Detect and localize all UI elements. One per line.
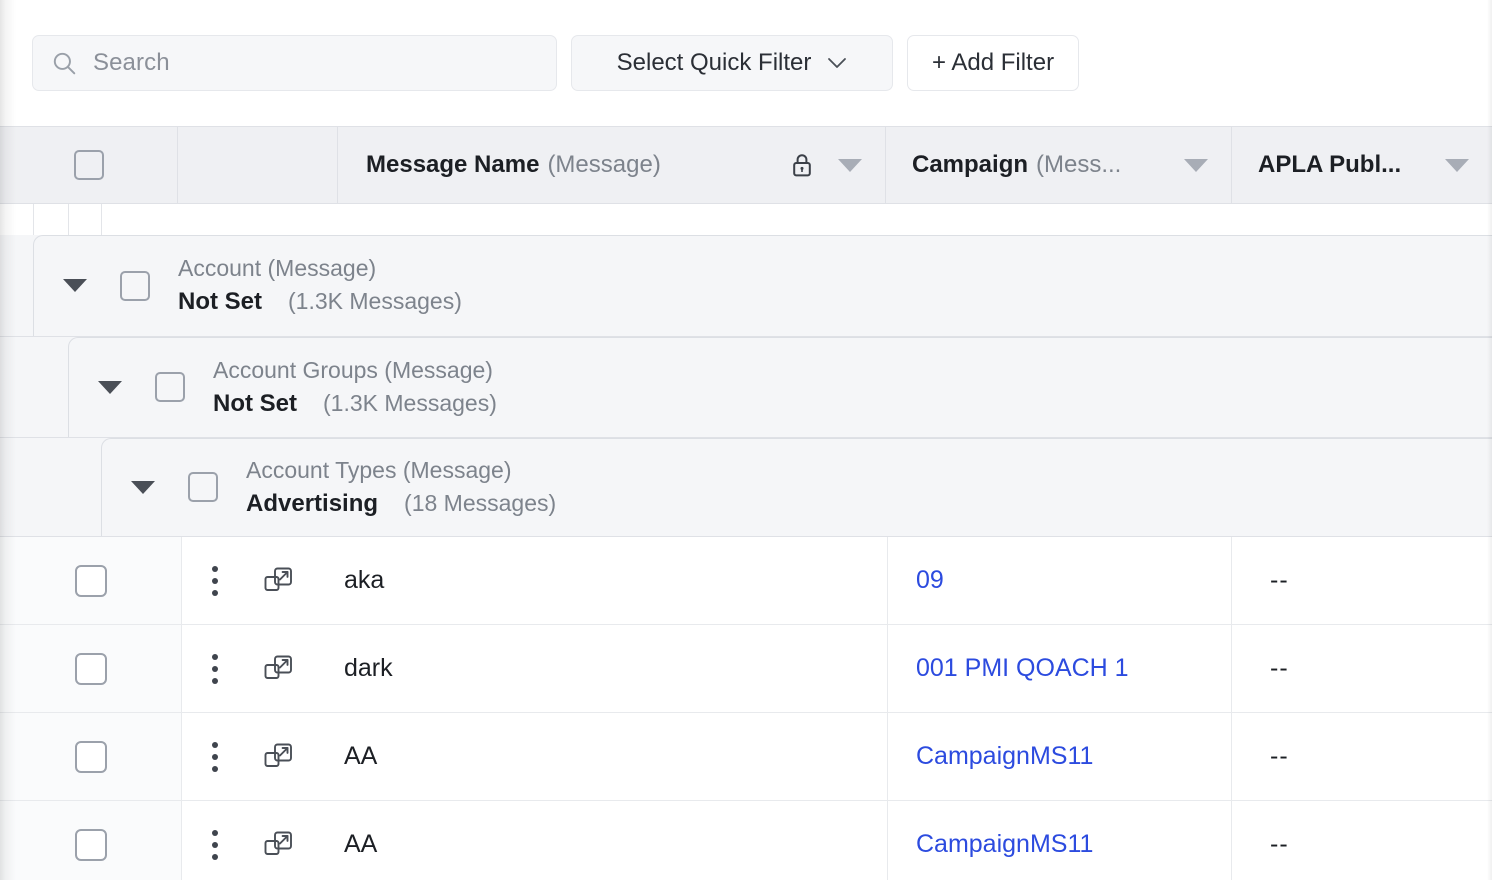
table-row[interactable]: AA CampaignMS11 -- xyxy=(0,713,1492,801)
search-input[interactable]: Search xyxy=(32,35,557,91)
table-row[interactable]: dark 001 PMI QOACH 1 -- xyxy=(0,625,1492,713)
row-apla-cell: -- xyxy=(1232,801,1492,880)
group-checkbox[interactable] xyxy=(188,472,218,502)
select-quick-filter-button[interactable]: Select Quick Filter xyxy=(571,35,893,91)
group-count: (1.3K Messages) xyxy=(288,288,462,314)
group-field-label: Account (Message) xyxy=(178,255,377,281)
campaign-link[interactable]: 09 xyxy=(916,566,944,595)
row-menu-icon[interactable] xyxy=(212,741,218,772)
group-checkbox[interactable] xyxy=(155,372,185,402)
row-menu-icon[interactable] xyxy=(212,565,218,596)
lock-icon xyxy=(793,154,811,177)
cell-apla-value: -- xyxy=(1270,654,1289,682)
row-checkbox[interactable] xyxy=(74,652,107,685)
add-filter-button[interactable]: + Add Filter xyxy=(907,35,1080,91)
row-checkbox[interactable] xyxy=(74,740,107,773)
chevron-down-icon[interactable] xyxy=(837,158,863,173)
group-checkbox[interactable] xyxy=(120,270,150,301)
campaign-link[interactable]: CampaignMS11 xyxy=(916,830,1093,859)
group-field-label: Account Types (Message) xyxy=(246,456,512,483)
filter-toolbar: Search Select Quick Filter + Add Filter xyxy=(0,0,1492,126)
cell-apla-value: -- xyxy=(1270,566,1289,594)
chevron-down-icon xyxy=(828,58,847,68)
header-column-title: Message Name xyxy=(366,151,540,178)
group-row[interactable]: Account (Message) Not Set (1.3K Messages… xyxy=(0,235,1492,337)
row-message-name-cell[interactable]: dark xyxy=(182,625,888,712)
row-select-cell[interactable] xyxy=(0,625,182,712)
header-column-title: Campaign xyxy=(912,151,1029,178)
cell-apla-value: -- xyxy=(1270,830,1289,858)
caret-down-icon[interactable] xyxy=(62,278,88,293)
group-row[interactable]: Account Groups (Message) Not Set (1.3K M… xyxy=(0,337,1492,438)
group-count: (18 Messages) xyxy=(404,489,557,516)
cell-message-name: aka xyxy=(344,566,385,594)
row-select-cell[interactable] xyxy=(0,801,182,880)
row-apla-cell: -- xyxy=(1232,537,1492,624)
group-count: (1.3K Messages) xyxy=(323,389,497,416)
campaign-link[interactable]: 001 PMI QOACH 1 xyxy=(916,654,1129,683)
row-apla-cell: -- xyxy=(1232,625,1492,712)
header-column-subtitle: (Message) xyxy=(547,151,661,178)
header-column-campaign[interactable]: Campaign (Mess... xyxy=(886,127,1232,203)
header-column-subtitle: (Mess... xyxy=(1036,151,1122,178)
cell-message-name: AA xyxy=(344,742,378,770)
group-value: Advertising xyxy=(246,489,379,517)
row-menu-icon[interactable] xyxy=(212,653,218,684)
header-select-all-cell[interactable] xyxy=(0,127,178,203)
open-in-new-window-icon[interactable] xyxy=(264,654,294,684)
row-message-name-cell[interactable]: aka xyxy=(182,537,888,624)
row-message-name-cell[interactable]: AA xyxy=(182,801,888,880)
row-campaign-cell[interactable]: CampaignMS11 xyxy=(888,713,1232,800)
header-actions-cell xyxy=(178,127,338,203)
row-checkbox[interactable] xyxy=(74,564,107,597)
row-campaign-cell[interactable]: 09 xyxy=(888,537,1232,624)
grid-body: Account (Message) Not Set (1.3K Messages… xyxy=(0,204,1492,880)
row-campaign-cell[interactable]: 001 PMI QOACH 1 xyxy=(888,625,1232,712)
group-field-label: Account Groups (Message) xyxy=(213,356,493,383)
row-checkbox[interactable] xyxy=(74,828,107,861)
cell-message-name: dark xyxy=(344,654,393,682)
row-select-cell[interactable] xyxy=(0,537,182,624)
message-grid-screen: Search Select Quick Filter + Add Filter … xyxy=(0,0,1492,880)
table-row[interactable]: aka 09 -- xyxy=(0,537,1492,625)
table-row[interactable]: AA CampaignMS11 -- xyxy=(0,801,1492,880)
chevron-down-icon[interactable] xyxy=(1183,158,1209,173)
grid-header-row: Message Name (Message) Campaign (Mess... xyxy=(0,126,1492,204)
group-row[interactable]: Account Types (Message) Advertising (18 … xyxy=(0,438,1492,537)
search-placeholder: Search xyxy=(93,49,170,76)
row-campaign-cell[interactable]: CampaignMS11 xyxy=(888,801,1232,880)
select-all-checkbox[interactable] xyxy=(73,150,104,180)
chevron-down-icon[interactable] xyxy=(1444,158,1470,173)
search-icon xyxy=(53,52,76,75)
cell-message-name: AA xyxy=(344,830,378,858)
caret-down-icon[interactable] xyxy=(97,380,123,395)
open-in-new-window-icon[interactable] xyxy=(264,830,294,860)
row-apla-cell: -- xyxy=(1232,713,1492,800)
group-value: Not Set xyxy=(213,389,297,417)
quick-filter-label: Select Quick Filter xyxy=(616,49,812,76)
cell-apla-value: -- xyxy=(1270,742,1289,770)
header-column-message-name[interactable]: Message Name (Message) xyxy=(338,127,886,203)
row-message-name-cell[interactable]: AA xyxy=(182,713,888,800)
campaign-link[interactable]: CampaignMS11 xyxy=(916,742,1093,771)
row-menu-icon[interactable] xyxy=(212,829,218,860)
header-column-title: APLA Publ... xyxy=(1258,151,1402,178)
row-select-cell[interactable] xyxy=(0,713,182,800)
add-filter-label: + Add Filter xyxy=(932,49,1055,76)
header-column-apla-published[interactable]: APLA Publ... xyxy=(1232,127,1492,203)
open-in-new-window-icon[interactable] xyxy=(264,566,294,596)
group-value: Not Set xyxy=(178,288,262,315)
open-in-new-window-icon[interactable] xyxy=(264,742,294,772)
caret-down-icon[interactable] xyxy=(130,480,156,495)
